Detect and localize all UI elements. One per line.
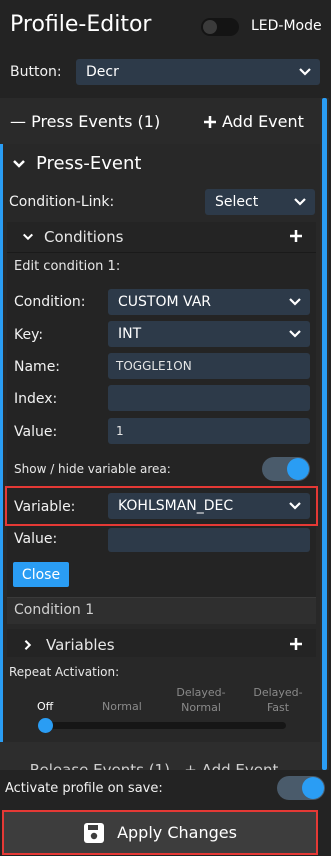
index-input[interactable] xyxy=(108,385,310,411)
panel-scrollbar[interactable] xyxy=(322,98,327,770)
condition-type-value: CUSTOM VAR xyxy=(118,294,211,310)
led-mode-toggle-knob xyxy=(203,20,217,34)
key-label: Key: xyxy=(14,327,44,343)
condition-type-select[interactable]: CUSTOM VAR xyxy=(108,289,310,315)
condition-link-select[interactable]: Select xyxy=(205,189,315,215)
toggle-knob xyxy=(302,777,324,799)
repeat-option-off[interactable]: Off xyxy=(37,700,53,713)
add-variable-plus-icon[interactable] xyxy=(289,637,303,651)
show-hide-variable-toggle[interactable] xyxy=(262,457,310,481)
led-mode-toggle[interactable] xyxy=(201,18,239,36)
condition-link-value: Select xyxy=(215,194,259,210)
repeat-slider-track[interactable] xyxy=(40,722,286,729)
value-input[interactable]: 1 xyxy=(108,418,310,444)
edit-condition-title: Edit condition 1: xyxy=(14,259,121,274)
repeat-activation-title: Repeat Activation: xyxy=(9,665,120,679)
chevron-down-icon xyxy=(22,233,34,241)
repeat-option-normal[interactable]: Normal xyxy=(102,700,142,713)
close-button[interactable]: Close xyxy=(13,562,69,587)
toggle-knob xyxy=(287,458,309,480)
chevron-down-icon xyxy=(294,198,306,206)
condition-list-item[interactable]: Condition 1 xyxy=(7,597,316,624)
press-event-title: Press-Event xyxy=(36,153,142,174)
activate-on-save-label: Activate profile on save: xyxy=(5,781,163,796)
plus-icon xyxy=(204,115,216,128)
index-label: Index: xyxy=(14,391,58,407)
press-event-header[interactable]: Press-Event xyxy=(12,153,141,174)
apply-changes-highlight xyxy=(2,810,318,855)
chevron-down-icon xyxy=(13,159,25,168)
conditions-title: Conditions xyxy=(44,228,124,246)
key-select[interactable]: INT xyxy=(108,321,310,347)
chevron-right-icon xyxy=(24,639,32,651)
add-condition-plus-icon[interactable] xyxy=(289,229,303,243)
chevron-down-icon xyxy=(299,68,311,76)
obscured-release-events-row: — Release Events (1) + Add Event xyxy=(10,761,279,770)
chevron-down-icon xyxy=(289,330,301,338)
variable-row-highlight xyxy=(5,486,318,526)
name-label: Name: xyxy=(14,359,61,375)
activate-on-save-toggle[interactable] xyxy=(277,776,325,800)
condition-item-label: Condition 1 xyxy=(14,602,95,618)
value2-label: Value: xyxy=(14,531,58,547)
button-select-value: Decr xyxy=(86,64,119,80)
repeat-option-delayed-normal[interactable]: Delayed- Normal xyxy=(172,685,230,715)
condition-label: Condition: xyxy=(14,294,86,310)
variables-title: Variables xyxy=(46,636,115,654)
press-events-title[interactable]: — Press Events (1) xyxy=(10,112,160,131)
led-mode-label: LED-Mode xyxy=(251,18,322,34)
button-select[interactable]: Decr xyxy=(76,59,320,85)
repeat-slider-thumb[interactable] xyxy=(38,718,53,733)
name-input[interactable]: TOGGLE1ON xyxy=(108,353,310,379)
conditions-divider xyxy=(7,252,316,253)
condition-link-label: Condition-Link: xyxy=(9,194,115,210)
repeat-option-delayed-fast[interactable]: Delayed- Fast xyxy=(249,685,307,715)
page-title: Profile-Editor xyxy=(10,12,152,37)
conditions-header[interactable]: Conditions xyxy=(22,228,123,246)
show-hide-variable-label: Show / hide variable area: xyxy=(14,462,171,476)
key-value: INT xyxy=(118,326,142,342)
value2-input[interactable] xyxy=(108,528,310,552)
add-event-label: Add Event xyxy=(222,112,304,131)
variables-header[interactable]: Variables xyxy=(22,636,115,654)
value-label: Value: xyxy=(14,424,58,440)
chevron-down-icon xyxy=(289,298,301,306)
add-event-button[interactable]: Add Event xyxy=(203,112,304,131)
button-select-label: Button: xyxy=(10,64,62,80)
